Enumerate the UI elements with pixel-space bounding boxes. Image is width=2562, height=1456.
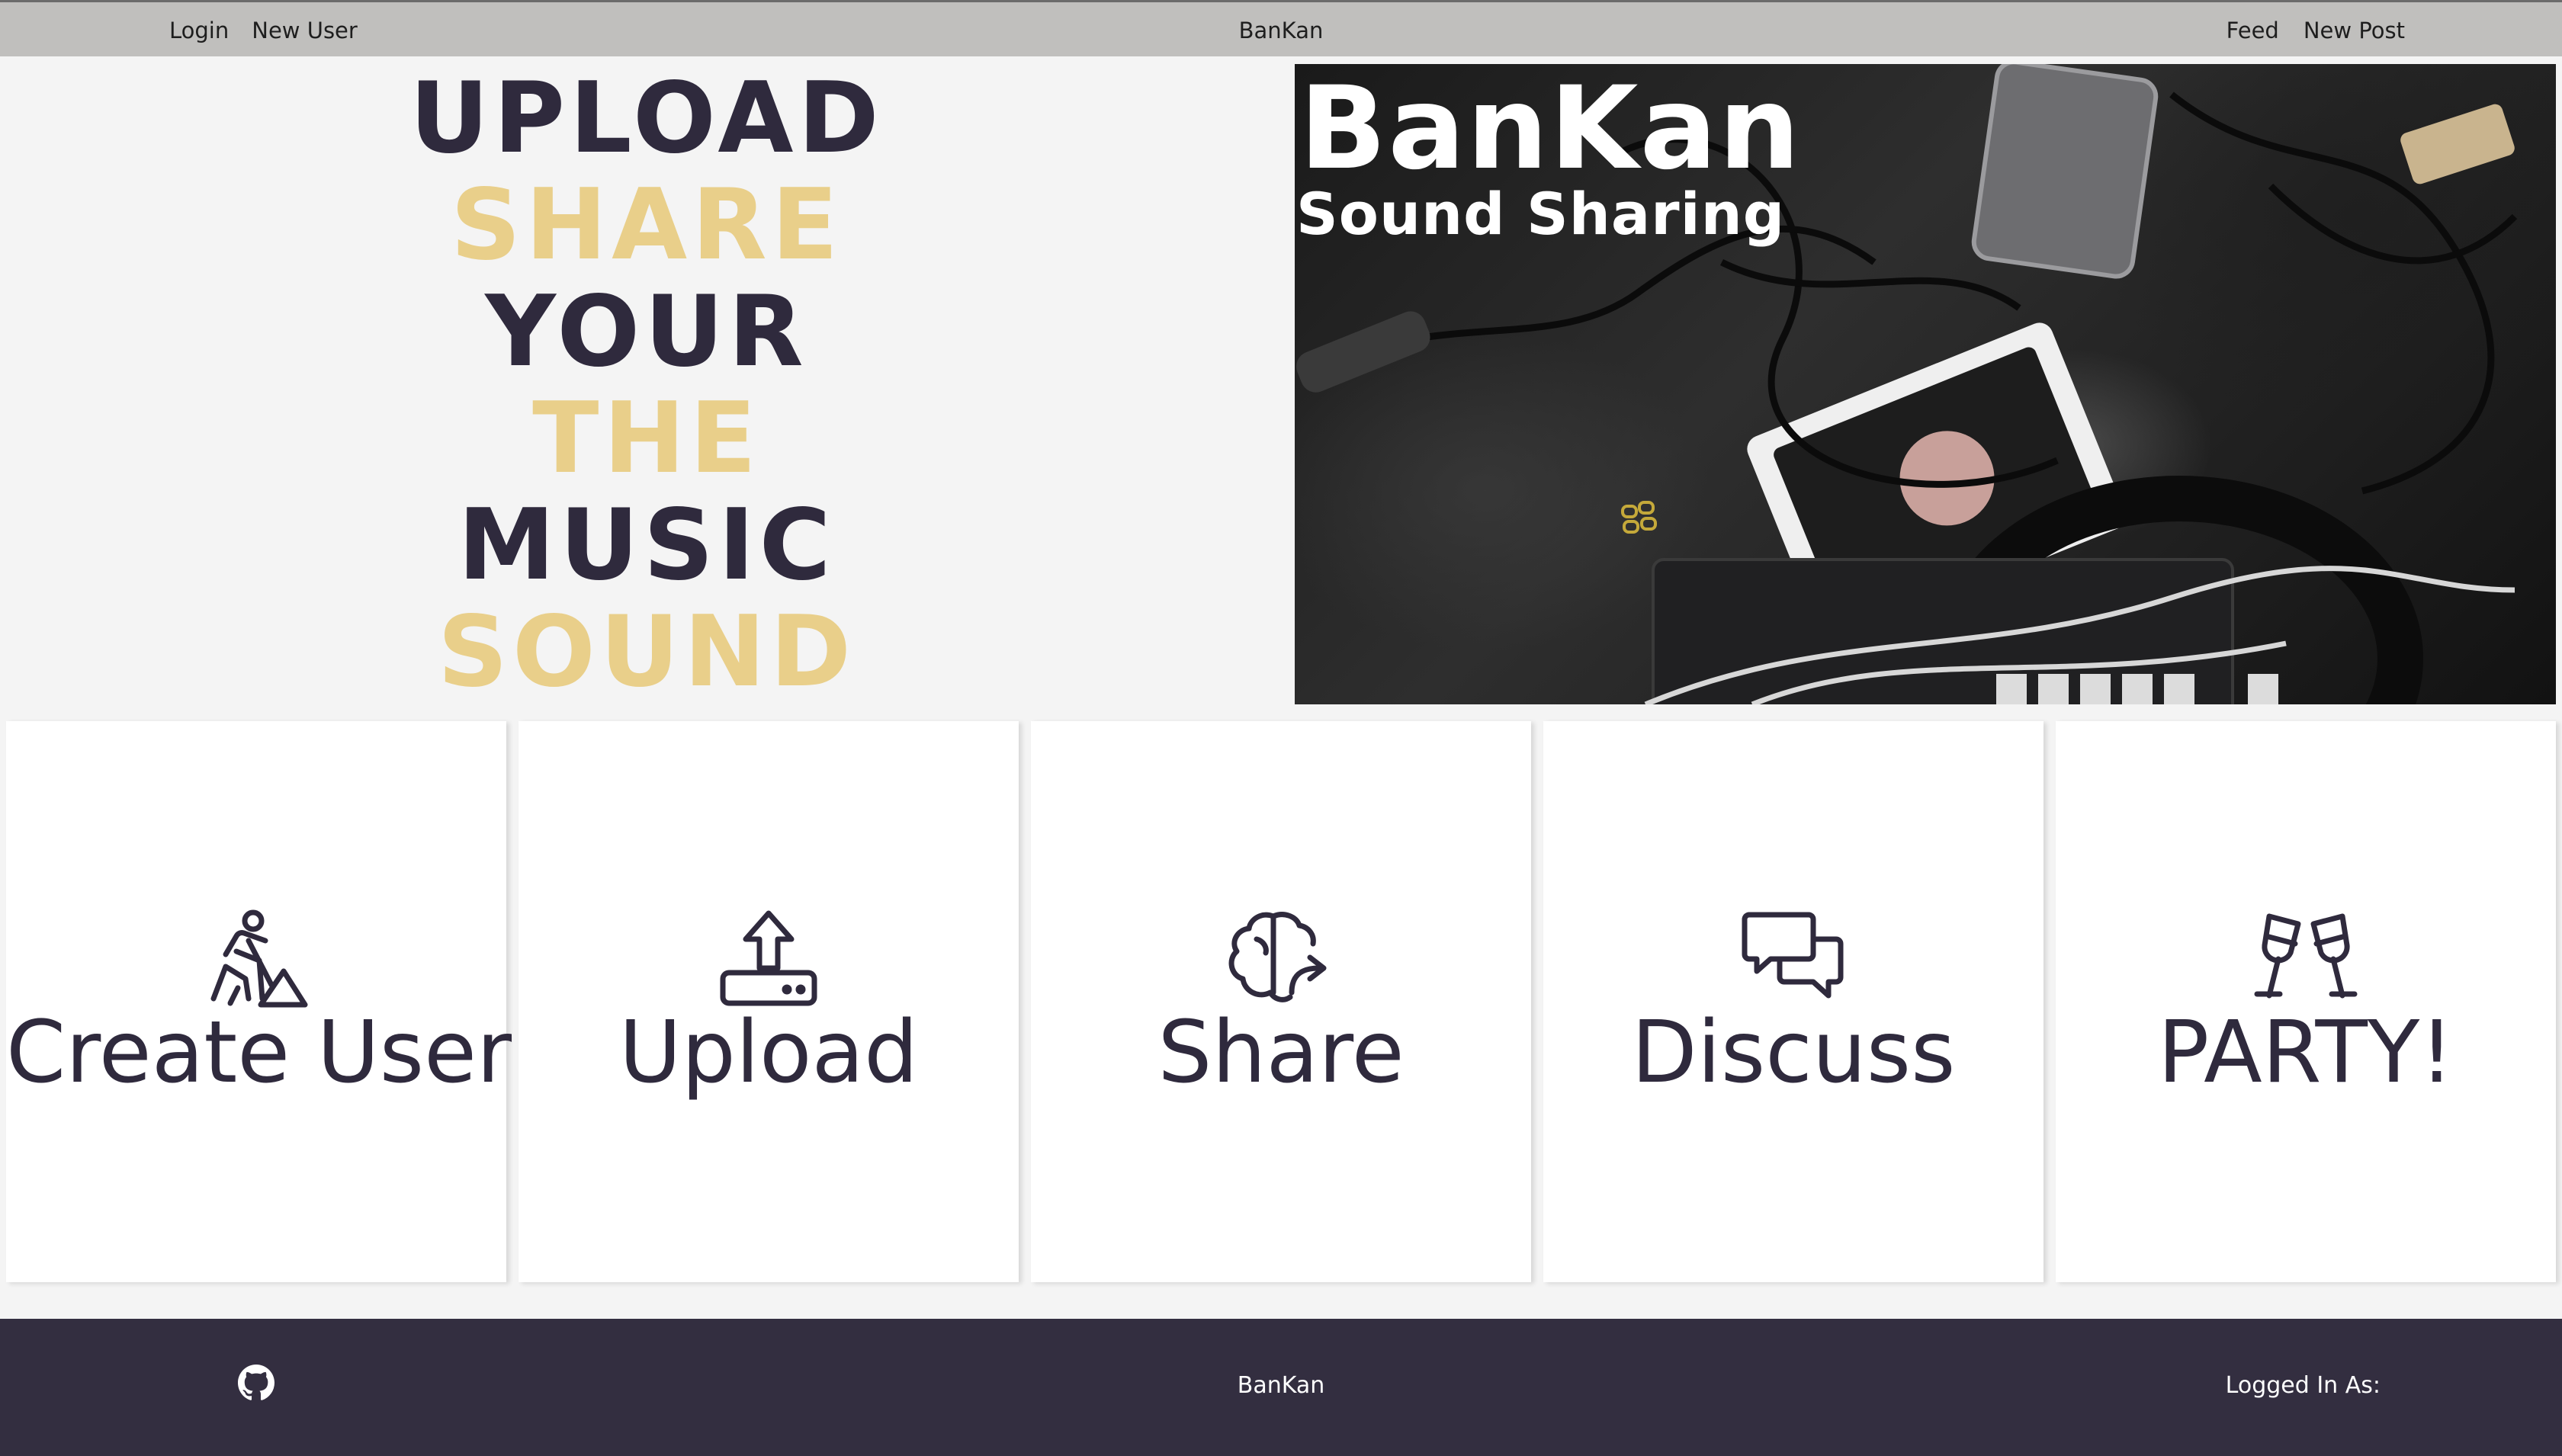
card-discuss[interactable]: Discuss [1543, 721, 2043, 1282]
card-create-user[interactable]: Create User [6, 721, 512, 1282]
new-post-link[interactable]: New Post [2304, 18, 2405, 43]
footer: BanKan Logged In As: [0, 1319, 2562, 1456]
card-party[interactable]: PARTY! [2056, 721, 2556, 1282]
hero-word-the: THE [532, 382, 761, 495]
brain-share-icon [1228, 912, 1327, 1002]
footer-logged-in: Logged In As: [2225, 1372, 2381, 1399]
hero-word-upload: UPLOAD [409, 62, 884, 175]
nav-right-group: Feed New Post [2226, 18, 2405, 43]
github-icon[interactable] [238, 1365, 274, 1401]
hero-word-your: YOUR [485, 275, 808, 389]
nav-left-group: Login New User [169, 18, 358, 43]
card-label-share: Share [1157, 1003, 1405, 1102]
hero-image-title: BanKan [1299, 64, 1802, 195]
chat-bubbles-icon [1742, 912, 1844, 999]
worker-digging-icon [210, 909, 308, 1008]
feed-link[interactable]: Feed [2226, 18, 2279, 43]
card-label-create-user: Create User [6, 1003, 512, 1102]
hero-word-stack: UPLOAD SHARE YOUR THE MUSIC SOUND [0, 66, 1293, 706]
footer-brand-container: BanKan [0, 1372, 2562, 1399]
navbar: Login New User BanKan Feed New Post [0, 0, 2562, 56]
hero-banner-image: BanKan Sound Sharing [1295, 64, 2556, 704]
brand-link[interactable]: BanKan [1239, 18, 1324, 43]
card-label-discuss: Discuss [1631, 1003, 1956, 1102]
card-label-upload: Upload [618, 1003, 919, 1102]
footer-brand: BanKan [1237, 1372, 1325, 1399]
hero-word-music: MUSIC [458, 489, 836, 602]
nav-brand-container: BanKan [0, 18, 2562, 43]
champagne-glasses-icon [2254, 913, 2358, 999]
card-upload[interactable]: Upload [518, 721, 1019, 1282]
upload-icon [720, 910, 817, 1006]
card-share[interactable]: Share [1031, 721, 1531, 1282]
hero-word-sound: SOUND [437, 595, 856, 709]
hero-image-subtitle: Sound Sharing [1296, 180, 1786, 248]
login-link[interactable]: Login [169, 18, 229, 43]
new-user-link[interactable]: New User [252, 18, 358, 43]
card-label-party: PARTY! [2157, 1003, 2454, 1102]
feature-cards: Create User Upload Share Discuss PARTY! [6, 721, 2562, 1282]
hero-word-share: SHARE [450, 168, 843, 282]
